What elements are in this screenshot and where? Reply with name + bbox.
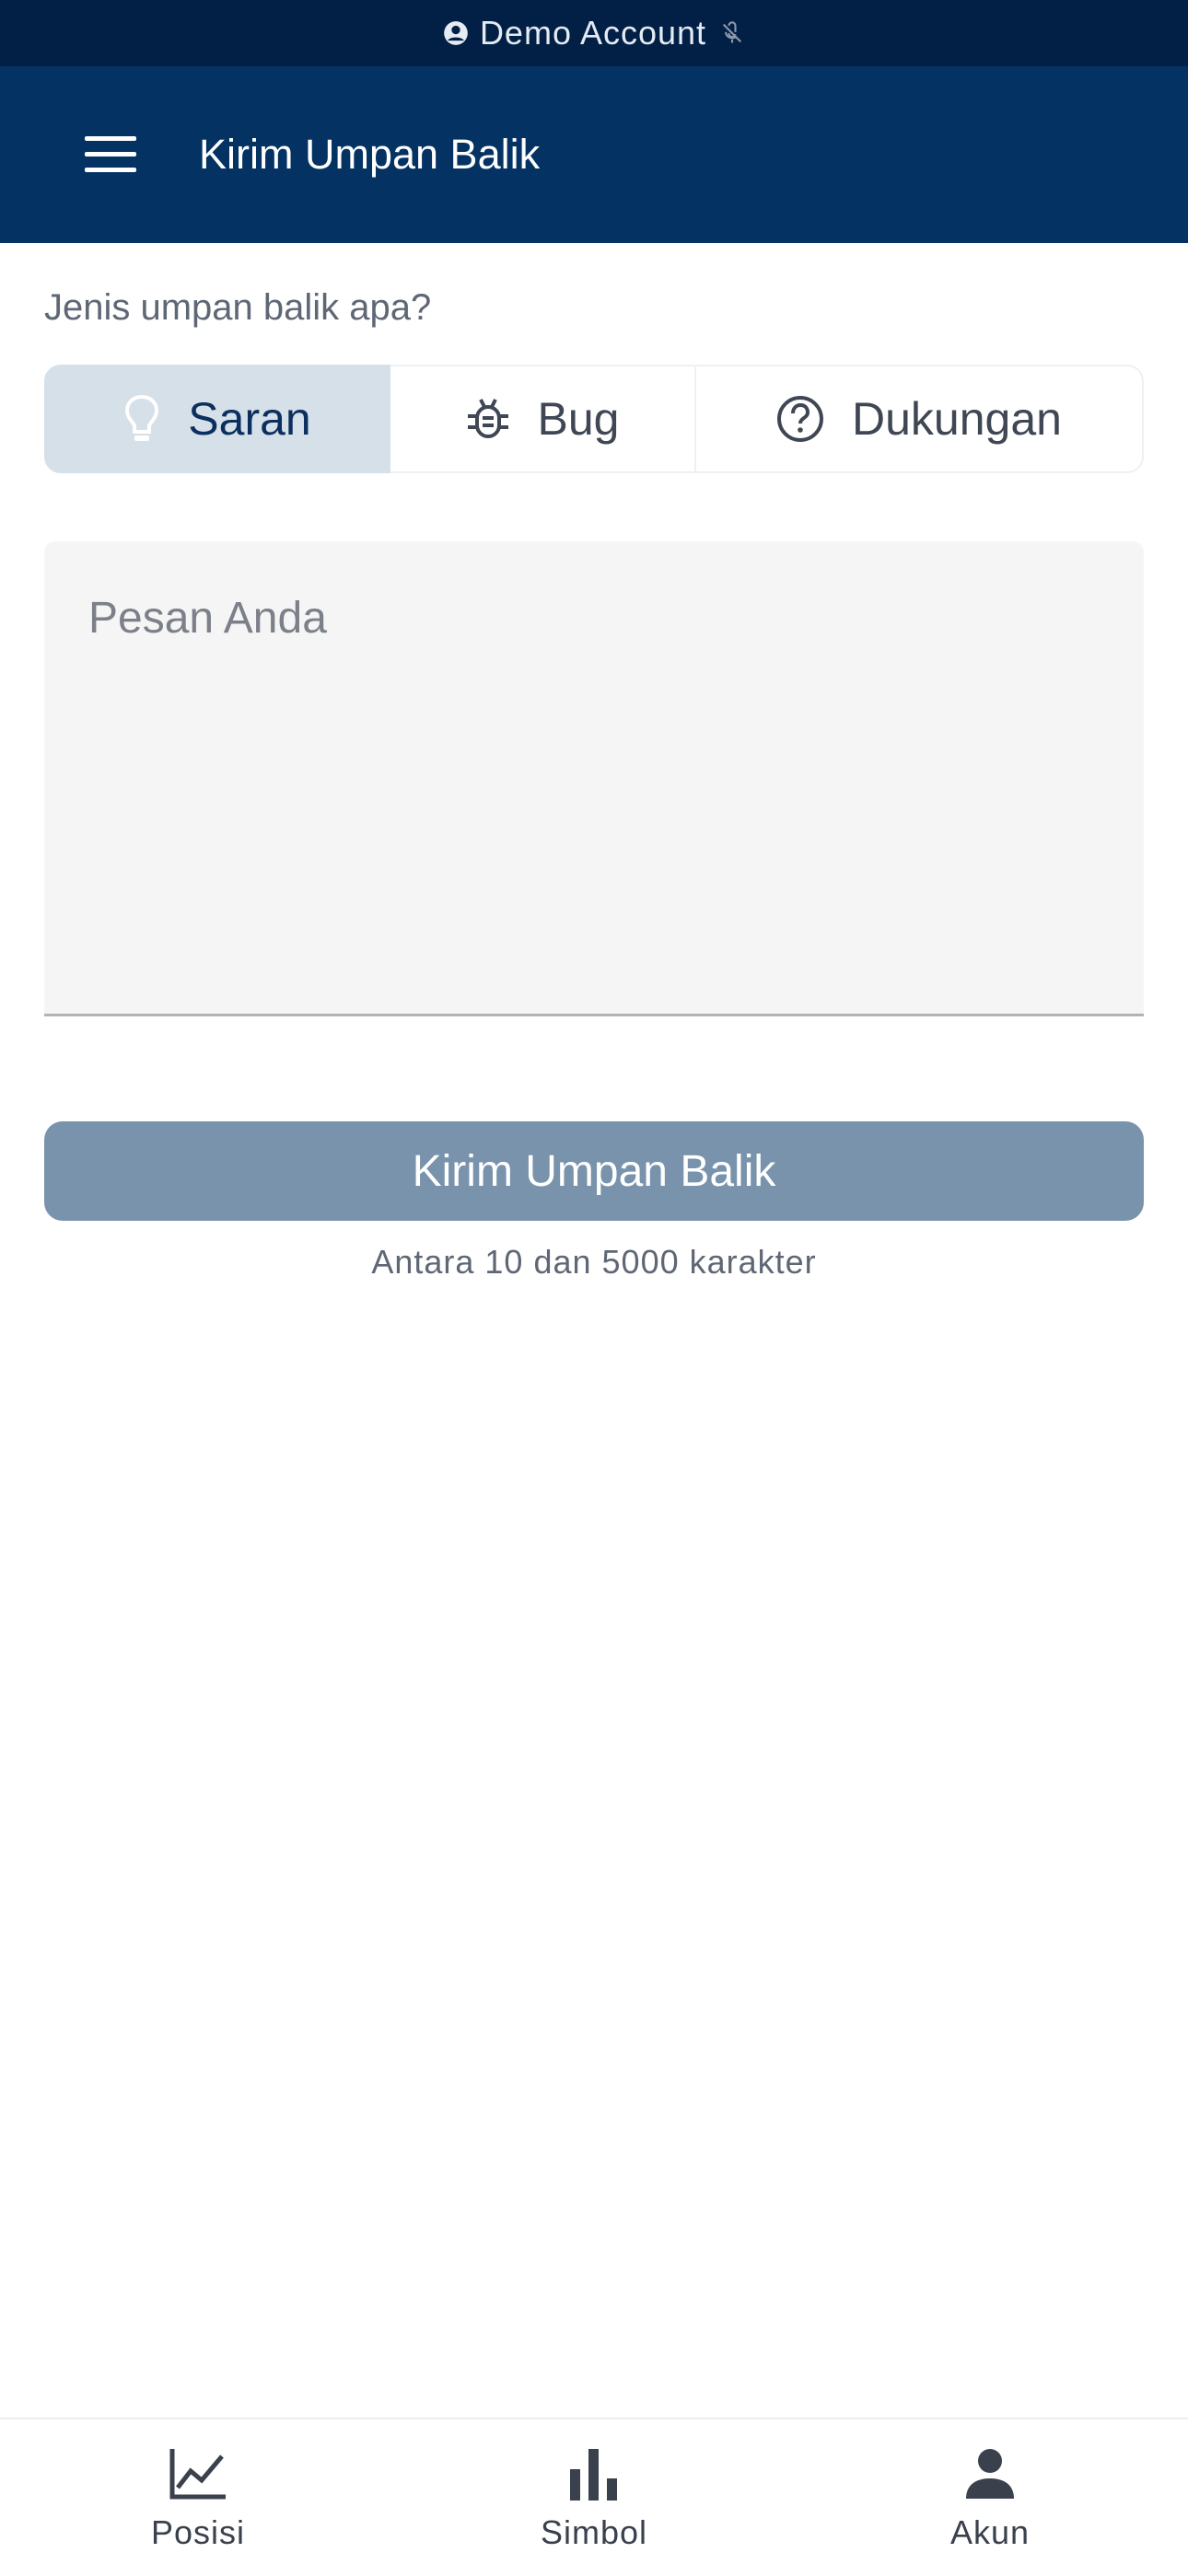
segment-bug-label: Bug xyxy=(537,393,620,445)
segment-saran[interactable]: Saran xyxy=(44,365,390,473)
segment-bug[interactable]: Bug xyxy=(390,365,696,473)
character-limit-hint: Antara 10 dan 5000 karakter xyxy=(371,1243,817,1281)
menu-button[interactable] xyxy=(55,99,166,210)
segment-dukungan-label: Dukungan xyxy=(852,393,1062,445)
submit-feedback-button[interactable]: Kirim Umpan Balik xyxy=(44,1121,1144,1221)
demo-account-label: Demo Account xyxy=(479,14,707,52)
account-circle-icon xyxy=(444,21,468,45)
status-bar: Demo Account xyxy=(0,0,1188,66)
nav-label-posisi: Posisi xyxy=(150,2513,246,2551)
bottom-navigation: Posisi Simbol Akun xyxy=(0,2418,1188,2574)
nav-label-akun: Akun xyxy=(949,2513,1031,2551)
hamburger-menu-icon xyxy=(85,136,136,172)
segment-saran-label: Saran xyxy=(188,393,311,445)
app-bar: Kirim Umpan Balik xyxy=(0,66,1188,243)
nav-item-akun[interactable]: Akun xyxy=(792,2419,1188,2576)
message-input[interactable] xyxy=(44,541,1144,1014)
page-title: Kirim Umpan Balik xyxy=(199,131,541,178)
lightbulb-icon xyxy=(125,394,159,441)
mic-off-icon xyxy=(722,21,742,43)
person-icon xyxy=(966,2449,1014,2499)
nav-item-posisi[interactable]: Posisi xyxy=(0,2419,396,2576)
message-field xyxy=(44,541,1144,1016)
nav-label-simbol: Simbol xyxy=(540,2513,648,2551)
segment-dukungan[interactable]: Dukungan xyxy=(696,365,1144,473)
line-chart-icon xyxy=(169,2449,226,2500)
nav-item-simbol[interactable]: Simbol xyxy=(396,2419,792,2576)
bug-icon xyxy=(467,399,508,438)
help-circle-icon xyxy=(777,396,824,442)
bar-chart-icon xyxy=(570,2449,617,2501)
feedback-type-selector: Saran Bug Dukungan xyxy=(44,365,1144,473)
feedback-type-question: Jenis umpan balik apa? xyxy=(44,287,432,328)
